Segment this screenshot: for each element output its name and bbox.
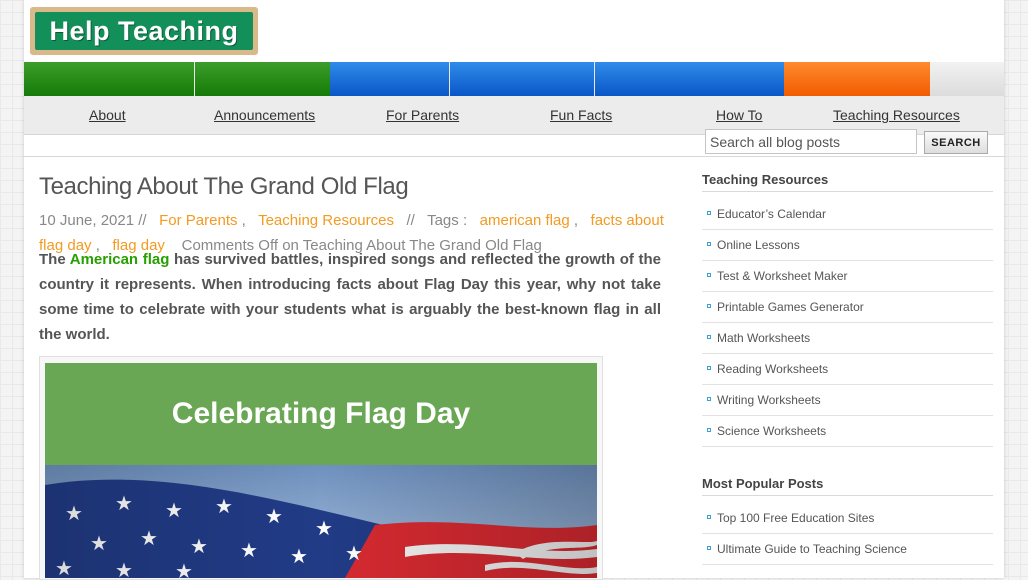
site-logo-text: Help Teaching bbox=[35, 12, 253, 50]
featured-image-banner: Celebrating Flag Day bbox=[45, 363, 597, 465]
nav-for-parents[interactable]: For Parents bbox=[386, 107, 459, 123]
sidebar-link-label: Online Lessons bbox=[717, 238, 800, 252]
sidebar-heading-rule bbox=[702, 191, 993, 192]
sidebar-link-writing-worksheets[interactable]: Writing Worksheets bbox=[702, 385, 993, 416]
post-title[interactable]: Teaching About The Grand Old Flag bbox=[39, 173, 409, 201]
colorbar-segment-blue bbox=[595, 62, 784, 96]
tag-link[interactable]: american flag bbox=[480, 212, 570, 229]
bullet-icon bbox=[707, 515, 711, 519]
sidebar-link-reading-worksheets[interactable]: Reading Worksheets bbox=[702, 354, 993, 385]
sidebar-link-popular-post[interactable]: Top 100 Free Education Sites bbox=[702, 503, 993, 534]
colorbar-segment-blue bbox=[450, 62, 594, 96]
colorbar-segment-blue bbox=[330, 62, 449, 96]
sidebar-heading-rule bbox=[702, 495, 993, 496]
sidebar-heading-teaching-resources: Teaching Resources bbox=[702, 172, 829, 187]
tags-label: Tags : bbox=[427, 212, 468, 229]
bullet-icon bbox=[707, 273, 711, 277]
bullet-icon bbox=[707, 397, 711, 401]
bullet-icon bbox=[707, 428, 711, 432]
bullet-icon bbox=[707, 211, 711, 215]
sidebar-heading-popular-posts: Most Popular Posts bbox=[702, 476, 824, 491]
sidebar-link-math-worksheets[interactable]: Math Worksheets bbox=[702, 323, 993, 354]
colorbar-segment-green bbox=[24, 62, 194, 96]
bullet-icon bbox=[707, 335, 711, 339]
search-button[interactable]: SEARCH bbox=[924, 131, 988, 154]
sidebar-link-label: Science Worksheets bbox=[717, 424, 827, 438]
bullet-icon bbox=[707, 304, 711, 308]
sidebar-link-printable-games[interactable]: Printable Games Generator bbox=[702, 292, 993, 323]
bullet-icon bbox=[707, 546, 711, 550]
sidebar-link-online-lessons[interactable]: Online Lessons bbox=[702, 230, 993, 261]
sidebar-link-label: Ultimate Guide to Teaching Science bbox=[717, 542, 907, 556]
sidebar-link-label: Math Worksheets bbox=[717, 331, 811, 345]
meta-separator: // bbox=[406, 212, 415, 229]
nav-fun-facts[interactable]: Fun Facts bbox=[550, 107, 612, 123]
bullet-icon bbox=[707, 366, 711, 370]
post-body-start: The bbox=[39, 251, 66, 268]
post-body: The American flag has survived battles, … bbox=[39, 247, 661, 347]
meta-separator: // bbox=[138, 212, 147, 229]
search-input[interactable] bbox=[705, 129, 917, 154]
nav-teaching-resources[interactable]: Teaching Resources bbox=[833, 107, 960, 123]
colorbar-segment-green bbox=[195, 62, 330, 96]
category-link[interactable]: Teaching Resources bbox=[258, 212, 394, 229]
category-link[interactable]: For Parents bbox=[159, 212, 237, 229]
sidebar-link-label: Printable Games Generator bbox=[717, 300, 864, 314]
nav-about[interactable]: About bbox=[89, 107, 126, 123]
american-flag-image: ★ ★ ★ ★ ★ ★ ★ ★ ★ ★ ★ ★ ★ ★ ★ bbox=[45, 465, 597, 578]
site-logo[interactable]: Help Teaching bbox=[30, 7, 258, 55]
colorbar-segment-grey bbox=[930, 62, 1004, 96]
sidebar-link-educators-calendar[interactable]: Educator’s Calendar bbox=[702, 199, 993, 230]
sidebar-link-label: Educator’s Calendar bbox=[717, 207, 826, 221]
sidebar-link-popular-post[interactable]: Ultimate Guide to Teaching Science bbox=[702, 534, 993, 565]
nav-how-to[interactable]: How To bbox=[716, 107, 762, 123]
sidebar-link-label: Reading Worksheets bbox=[717, 362, 829, 376]
page-container: Help Teaching About Announcements For Pa… bbox=[24, 0, 1004, 580]
post-date: 10 June, 2021 bbox=[39, 212, 135, 229]
american-flag-link[interactable]: American flag bbox=[70, 251, 170, 268]
nav-announcements[interactable]: Announcements bbox=[214, 107, 315, 123]
colorbar-segment-orange bbox=[784, 62, 930, 96]
sidebar-link-label: Writing Worksheets bbox=[717, 393, 821, 407]
header-divider bbox=[24, 156, 1004, 157]
sidebar-link-label: Top 100 Free Education Sites bbox=[717, 511, 875, 525]
sidebar-link-test-worksheet-maker[interactable]: Test & Worksheet Maker bbox=[702, 261, 993, 292]
sidebar-link-science-worksheets[interactable]: Science Worksheets bbox=[702, 416, 993, 447]
bullet-icon bbox=[707, 242, 711, 246]
sidebar-link-label: Test & Worksheet Maker bbox=[717, 269, 848, 283]
